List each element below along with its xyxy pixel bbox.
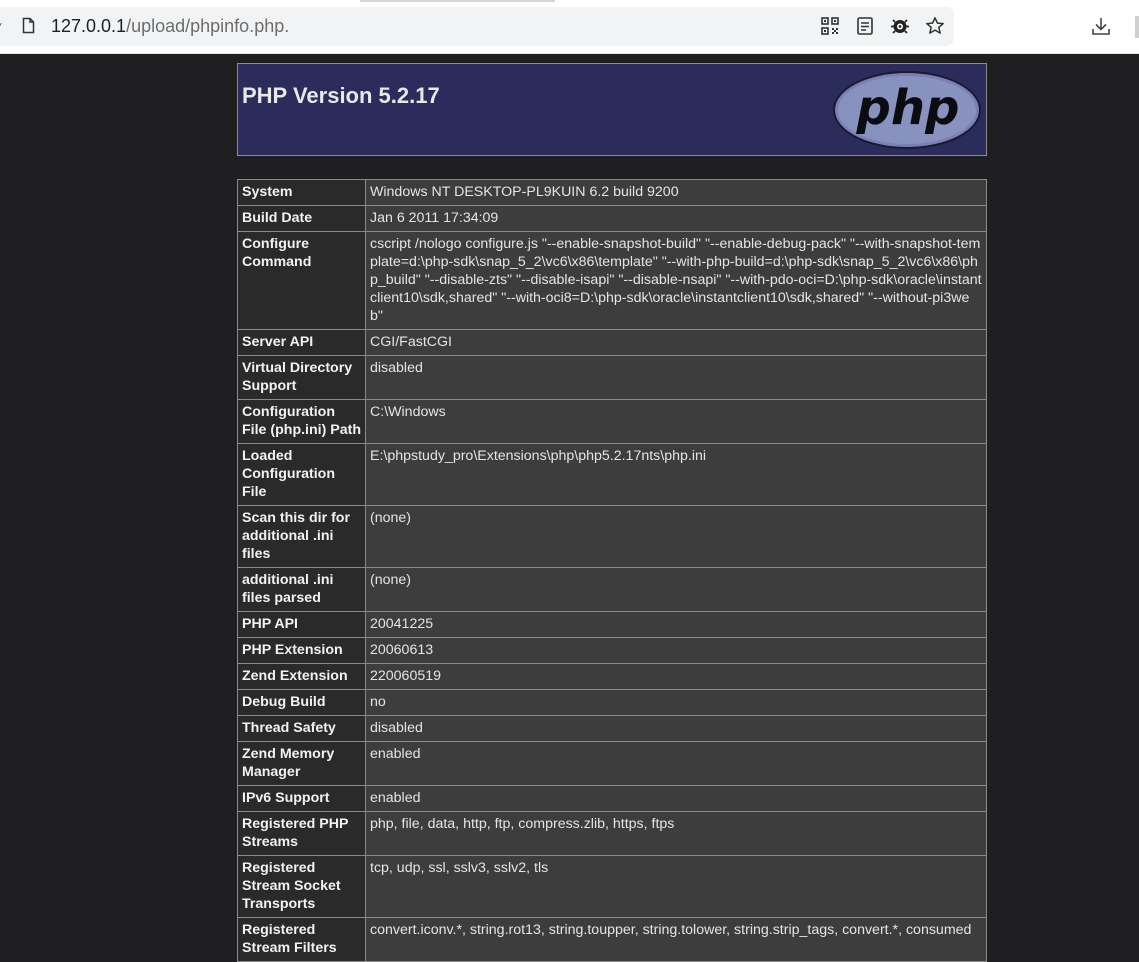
url-host: 127.0.0.1: [51, 16, 127, 36]
browser-toolbar: ⁄ 127.0.0.1/upload/phpinfo.php.: [0, 0, 1139, 54]
table-row: Configure Command cscript /nologo configu…: [237, 231, 987, 330]
row-label: Registered Stream Socket Transports: [237, 855, 366, 918]
table-row: PHP Extension 20060613: [237, 637, 987, 664]
url-text[interactable]: 127.0.0.1/upload/phpinfo.php.: [51, 16, 289, 37]
row-label: Thread Safety: [237, 715, 366, 742]
table-row: Scan this dir for additional .ini files(…: [237, 505, 987, 568]
bookmark-star-icon[interactable]: [925, 16, 945, 36]
row-value: cscript /nologo configure.js "--enable-s…: [365, 231, 987, 330]
row-label: PHP API: [237, 611, 366, 638]
table-row: Zend Extension 220060519: [237, 663, 987, 690]
window-edge: [1135, 16, 1139, 38]
row-label: Zend Memory Manager: [237, 741, 366, 786]
table-row: Server API CGI/FastCGI: [237, 329, 987, 356]
row-label: Virtual Directory Support: [237, 355, 366, 400]
qr-code-icon[interactable]: [820, 16, 840, 36]
row-value: convert.iconv.*, string.rot13, string.to…: [365, 917, 987, 962]
table-row: Build Date Jan 6 2011 17:34:09: [237, 205, 987, 232]
table-row: Configuration File (php.ini) Path C:\Wind…: [237, 399, 987, 444]
row-value: disabled: [365, 355, 987, 400]
row-label: Debug Build: [237, 689, 366, 716]
row-value: enabled: [365, 785, 987, 812]
row-label: Registered Stream Filters: [237, 917, 366, 962]
table-row: Virtual Directory Support disabled: [237, 355, 987, 400]
php-info-table: System Windows NT DESKTOP-PL9KUIN 6.2 bui…: [237, 179, 987, 962]
row-value: disabled: [365, 715, 987, 742]
row-value: Windows NT DESKTOP-PL9KUIN 6.2 build 920…: [365, 179, 987, 206]
row-label: Loaded Configuration File: [237, 443, 366, 506]
table-row: Registered Stream Socket Transports tcp, …: [237, 855, 987, 918]
php-logo-text: php: [856, 80, 960, 136]
tab-strip-edge: [360, 0, 555, 2]
table-row: IPv6 Support enabled: [237, 785, 987, 812]
download-icon[interactable]: [1091, 16, 1111, 36]
table-row: Registered PHP Streams php, file, data, h…: [237, 811, 987, 856]
row-value: (none): [365, 567, 987, 612]
row-value: php, file, data, http, ftp, compress.zli…: [365, 811, 987, 856]
page-title: PHP Version 5.2.17: [242, 83, 440, 108]
row-label: IPv6 Support: [237, 785, 366, 812]
table-row: PHP API 20041225: [237, 611, 987, 638]
row-value: tcp, udp, ssl, sslv3, sslv2, tls: [365, 855, 987, 918]
table-row: additional .ini files parsed (none): [237, 567, 987, 612]
row-label: Scan this dir for additional .ini files: [237, 505, 366, 568]
reader-mode-icon[interactable]: [855, 16, 875, 36]
page-icon[interactable]: [22, 17, 35, 34]
row-value: E:\phpstudy_pro\Extensions\php\php5.2.17…: [365, 443, 987, 506]
row-value: 20041225: [365, 611, 987, 638]
row-value: 20060613: [365, 637, 987, 664]
phpinfo-container: PHP Version 5.2.17 php System Windows NT …: [237, 63, 987, 962]
table-row: System Windows NT DESKTOP-PL9KUIN 6.2 bui…: [237, 179, 987, 206]
row-value: CGI/FastCGI: [365, 329, 987, 356]
row-label: Server API: [237, 329, 366, 356]
row-label: System: [237, 179, 366, 206]
bug-icon[interactable]: [890, 16, 910, 36]
row-value: C:\Windows: [365, 399, 987, 444]
php-logo[interactable]: php: [832, 70, 982, 150]
row-label: additional .ini files parsed: [237, 567, 366, 612]
table-row: Zend Memory Manager enabled: [237, 741, 987, 786]
address-bar[interactable]: ⁄ 127.0.0.1/upload/phpinfo.php.: [0, 7, 954, 46]
url-path: /upload/phpinfo.php.: [126, 16, 290, 36]
row-value: 220060519: [365, 663, 987, 690]
table-row: Debug Build no: [237, 689, 987, 716]
row-label: PHP Extension: [237, 637, 366, 664]
row-value: (none): [365, 505, 987, 568]
row-value: enabled: [365, 741, 987, 786]
php-version-header: PHP Version 5.2.17 php: [237, 63, 987, 156]
row-label: Configuration File (php.ini) Path: [237, 399, 366, 444]
row-label: Build Date: [237, 205, 366, 232]
table-row: Thread Safety disabled: [237, 715, 987, 742]
row-label: Configure Command: [237, 231, 366, 330]
row-value: no: [365, 689, 987, 716]
table-row: Registered Stream Filters convert.iconv.*…: [237, 917, 987, 962]
table-row: Loaded Configuration File E:\phpstudy_pro…: [237, 443, 987, 506]
row-label: Zend Extension: [237, 663, 366, 690]
row-value: Jan 6 2011 17:34:09: [365, 205, 987, 232]
row-label: Registered PHP Streams: [237, 811, 366, 856]
